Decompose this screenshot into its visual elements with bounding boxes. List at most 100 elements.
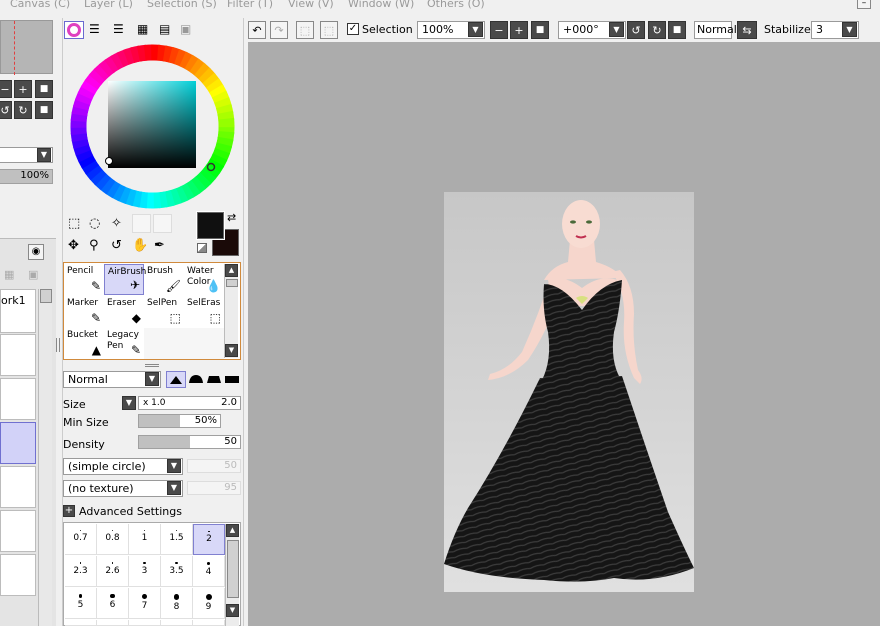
brush-size-option[interactable]: 9: [193, 588, 225, 619]
brush-size-option[interactable]: 0.8: [97, 524, 129, 555]
menu-filter[interactable]: Filter (T): [227, 0, 273, 10]
user-swatches-tab-icon[interactable]: ▣: [180, 23, 191, 35]
brush-shape-round-icon[interactable]: [166, 371, 186, 388]
brush-size-option[interactable]: 7: [129, 588, 161, 619]
brush-shape-soft-icon[interactable]: [187, 371, 207, 388]
brush-size-option[interactable]: [97, 620, 129, 626]
invert-selection-icon[interactable]: ⬚: [320, 21, 338, 39]
nav-zoom-in-button[interactable]: +: [14, 80, 32, 98]
brush-size-option[interactable]: 0.7: [65, 524, 97, 555]
density-slider[interactable]: 50: [138, 435, 241, 449]
selection-checkbox[interactable]: ✓: [347, 23, 359, 35]
brush-size-option[interactable]: [193, 620, 225, 626]
layer-item[interactable]: [0, 554, 36, 596]
menu-others[interactable]: Others (O): [427, 0, 485, 10]
brush-size-option[interactable]: 2.3: [65, 556, 97, 587]
menu-layer[interactable]: Layer (L): [84, 0, 133, 10]
tool-water-color[interactable]: Water Color 💧: [184, 264, 224, 295]
expand-icon[interactable]: +: [63, 505, 75, 517]
brush-size-option[interactable]: 1.5: [161, 524, 193, 555]
zoom-reset-button[interactable]: ■: [531, 21, 549, 39]
eyedropper-icon[interactable]: ✒: [154, 238, 165, 253]
menu-view[interactable]: View (V): [288, 0, 334, 10]
move-icon[interactable]: ✥: [68, 238, 79, 253]
scratchpad-tab-icon[interactable]: ▤: [159, 23, 170, 35]
zoom-icon[interactable]: ⚲: [89, 238, 99, 253]
hand-icon[interactable]: ✋: [132, 238, 148, 253]
brush-shape-strength[interactable]: 50: [187, 459, 241, 473]
zoom-dropdown-icon[interactable]: ▼: [468, 22, 483, 37]
layer-item[interactable]: [0, 334, 36, 376]
new-layer-folder-icon[interactable]: ▣: [28, 268, 42, 282]
color-wheel[interactable]: [70, 44, 235, 209]
new-layer-icon[interactable]: ▦: [4, 268, 18, 282]
brush-size-option[interactable]: 4: [193, 556, 225, 587]
undo-icon[interactable]: ↶: [248, 21, 266, 39]
reset-colors-icon[interactable]: [197, 243, 207, 253]
brush-size-option[interactable]: 2.6: [97, 556, 129, 587]
deselect-icon[interactable]: ⬚: [296, 21, 314, 39]
layer-item[interactable]: [0, 510, 36, 552]
document-canvas[interactable]: [444, 192, 694, 592]
brush-shape-dropdown-icon[interactable]: ▼: [167, 459, 181, 473]
tool-marker[interactable]: Marker ✎: [64, 296, 104, 327]
brush-size-option[interactable]: 6: [97, 588, 129, 619]
rotation-dropdown-icon[interactable]: ▼: [609, 22, 624, 37]
tool-pencil[interactable]: Pencil ✎: [64, 264, 104, 295]
layer-visibility-icon[interactable]: ◉: [28, 244, 44, 260]
menu-selection[interactable]: Selection (S): [147, 0, 217, 10]
stabilizer-dropdown-icon[interactable]: ▼: [842, 22, 857, 37]
brush-shape-square-icon[interactable]: [223, 371, 243, 388]
rgb-slider-tab-icon[interactable]: ☰: [89, 23, 100, 35]
tool-bucket[interactable]: Bucket ▲: [64, 328, 104, 359]
rotate-left-button[interactable]: ↺: [627, 21, 645, 39]
layer-blend-dropdown-icon[interactable]: ▼: [37, 148, 51, 162]
layer-item[interactable]: ork1: [0, 289, 36, 333]
rotate-right-button[interactable]: ↻: [648, 21, 666, 39]
minimize-button[interactable]: –: [857, 0, 871, 9]
layer-opacity-slider[interactable]: 100%: [0, 169, 53, 184]
zoom-out-button[interactable]: −: [490, 21, 508, 39]
flip-horizontal-icon[interactable]: ⇆: [737, 21, 757, 39]
zoom-in-button[interactable]: +: [510, 21, 528, 39]
rotate-view-icon[interactable]: ↺: [111, 238, 122, 253]
nav-rotate-left-button[interactable]: ↺: [0, 101, 12, 119]
nav-zoom-out-button[interactable]: −: [0, 80, 12, 98]
layer-scrollbar[interactable]: [38, 289, 52, 626]
layer-item-selected[interactable]: [0, 422, 36, 464]
brush-texture-dropdown-icon[interactable]: ▼: [167, 481, 181, 495]
brush-size-option[interactable]: 3: [129, 556, 161, 587]
menu-canvas[interactable]: Canvas (C): [10, 0, 70, 10]
nav-reset-button[interactable]: ■: [35, 80, 53, 98]
layer-item[interactable]: [0, 378, 36, 420]
size-slider[interactable]: x 1.0 2.0: [138, 396, 241, 410]
brush-size-option[interactable]: 1: [129, 524, 161, 555]
tool-airbrush[interactable]: AirBrush ✈: [104, 264, 146, 295]
magic-wand-icon[interactable]: ✧: [111, 216, 122, 231]
tool-grid-scrollbar[interactable]: ▲ ▼: [224, 264, 238, 358]
redo-icon[interactable]: ↷: [270, 21, 288, 39]
brush-texture-select[interactable]: (no texture): [63, 480, 183, 497]
color-wheel-tab-icon[interactable]: [64, 21, 84, 39]
swatches-tab-icon[interactable]: ▦: [137, 23, 148, 35]
panel-splitter[interactable]: [56, 338, 60, 352]
tool-eraser[interactable]: Eraser ◆: [104, 296, 144, 327]
menu-window[interactable]: Window (W): [348, 0, 414, 10]
nav-rotate-reset-button[interactable]: ■: [35, 101, 53, 119]
tool-seleras[interactable]: SelEras ⬚: [184, 296, 224, 327]
tool-selpen[interactable]: SelPen ⬚: [144, 296, 184, 327]
tool-legacy-pen[interactable]: Legacy Pen ✎: [104, 328, 144, 359]
brush-size-option[interactable]: 8: [161, 588, 193, 619]
brush-shape-flat-icon[interactable]: [205, 371, 225, 388]
swap-colors-icon[interactable]: ⇄: [227, 211, 236, 224]
brush-size-option[interactable]: [129, 620, 161, 626]
lasso-icon[interactable]: ◌: [89, 216, 100, 231]
tool-brush[interactable]: Brush 🖌: [144, 264, 184, 295]
rotate-reset-button[interactable]: ■: [668, 21, 686, 39]
panel-splitter[interactable]: [145, 364, 159, 367]
brush-size-scrollbar[interactable]: ▲ ▼: [225, 524, 239, 626]
nav-rotate-right-button[interactable]: ↻: [14, 101, 32, 119]
layer-item[interactable]: [0, 466, 36, 508]
brush-texture-strength[interactable]: 95: [187, 481, 241, 495]
advanced-settings-label[interactable]: Advanced Settings: [79, 505, 182, 518]
